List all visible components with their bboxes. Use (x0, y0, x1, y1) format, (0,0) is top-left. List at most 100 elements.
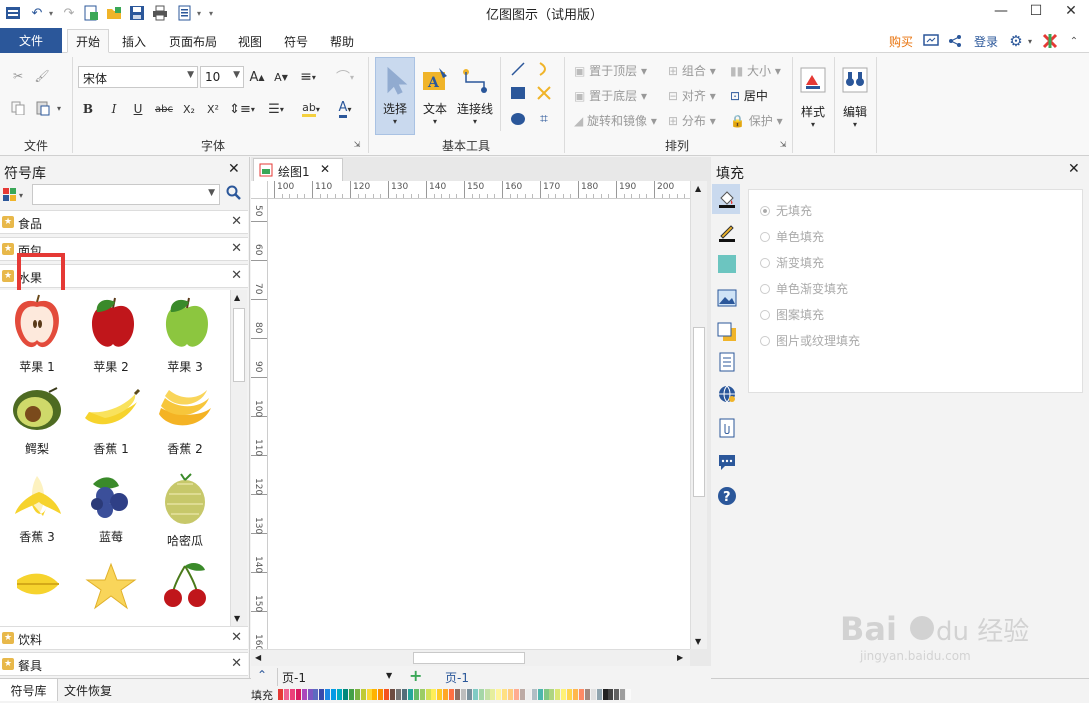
color-swatch[interactable] (519, 689, 525, 700)
fill-option-solid[interactable]: 单色填充 (760, 228, 824, 245)
color-swatch[interactable] (278, 689, 283, 700)
color-swatch[interactable] (378, 689, 384, 700)
collapse-ribbon-icon[interactable]: ⌃ (1064, 29, 1084, 53)
scroll-down-icon[interactable]: ▼ (234, 614, 240, 623)
copy-icon[interactable] (8, 99, 28, 117)
send-to-back-button[interactable]: ▣ 置于底层 ▾ (574, 87, 647, 104)
color-swatch[interactable] (443, 689, 449, 700)
canvas-vscrollbar[interactable]: ▲ ▼ (690, 181, 707, 649)
distribute-button[interactable]: ⊞ 分布 ▾ (668, 112, 716, 129)
color-swatch[interactable] (366, 689, 372, 700)
text-tool-button[interactable]: A 文本 ▾ (418, 57, 452, 135)
cross-tool-icon[interactable] (534, 83, 554, 103)
vertical-ruler[interactable]: 50 60 70 80 90 100 110 120 130 140 150 160 (251, 199, 268, 649)
strikethrough-button[interactable]: abc (152, 100, 176, 118)
color-swatch[interactable] (525, 689, 531, 700)
fill-bucket-icon[interactable] (717, 188, 737, 208)
font-family-select[interactable]: 宋体 ▼ (78, 66, 198, 88)
settings-dropdown-icon[interactable]: ▾ (1025, 29, 1035, 53)
bring-to-front-button[interactable]: ▣ 置于顶层 ▾ (574, 62, 647, 79)
underline-button[interactable]: U (130, 100, 146, 118)
line-tool-icon[interactable] (508, 59, 528, 79)
color-swatch[interactable] (590, 689, 596, 700)
symbol-banana-1[interactable]: 香蕉 1 (76, 384, 146, 457)
page-select[interactable]: 页-1 ▼ (277, 668, 397, 686)
color-swatch[interactable] (396, 689, 401, 700)
fill-option-pattern[interactable]: 图案填充 (760, 306, 824, 323)
color-swatch[interactable] (449, 689, 455, 700)
canvas-hscrollbar[interactable]: ◀ ▶ (251, 649, 690, 666)
color-swatch[interactable] (478, 689, 484, 700)
scroll-down-icon[interactable]: ▼ (695, 637, 701, 646)
scrollbar-thumb[interactable] (233, 308, 245, 382)
minimize-button[interactable]: — (984, 0, 1018, 22)
category-tableware[interactable]: ★ 餐具 ✕ (0, 652, 248, 676)
color-swatch[interactable] (614, 689, 620, 700)
color-swatch[interactable] (502, 689, 508, 700)
font-color-icon[interactable]: A ▾ (332, 100, 358, 118)
bold-button[interactable]: B (80, 100, 96, 118)
add-page-icon[interactable]: + (409, 666, 422, 685)
library-search-input[interactable]: ▼ (32, 184, 220, 205)
color-swatch[interactable] (620, 689, 626, 700)
chevron-up-icon[interactable]: ⌃ (257, 668, 267, 682)
symbol-apple-2[interactable]: 苹果 2 (76, 294, 146, 375)
line-style-icon[interactable] (717, 222, 737, 242)
search-icon[interactable] (226, 185, 244, 203)
login-link[interactable]: 登录 (968, 29, 1004, 53)
page-tab-1[interactable]: 页-1 (445, 669, 469, 686)
ellipse-tool-icon[interactable] (508, 109, 528, 129)
color-swatch[interactable] (337, 689, 342, 700)
tab-view[interactable]: 视图 (230, 29, 270, 53)
tab-page-layout[interactable]: 页面布局 (162, 29, 224, 53)
paste-dropdown-icon[interactable]: ▾ (54, 99, 64, 117)
color-swatch[interactable] (348, 689, 354, 700)
color-swatch[interactable] (307, 689, 313, 700)
scrollbar-thumb[interactable] (413, 652, 525, 664)
symbol-apple-3[interactable]: 苹果 3 (150, 294, 220, 375)
color-swatch[interactable] (437, 689, 443, 700)
theme-icon[interactable] (1040, 29, 1060, 53)
tab-home[interactable]: 开始 (67, 29, 109, 53)
tab-file[interactable]: 文件 (0, 28, 62, 53)
color-swatch[interactable] (496, 689, 502, 700)
scroll-right-icon[interactable]: ▶ (677, 653, 683, 662)
paragraph-align-icon[interactable]: ≡ ▾ (296, 68, 320, 86)
scrollbar-thumb[interactable] (693, 327, 705, 497)
color-swatch[interactable] (354, 689, 360, 700)
connector-tool-button[interactable]: 连接线 ▾ (455, 57, 495, 135)
group-button[interactable]: ⊞ 组合 ▾ (668, 62, 716, 79)
cut-icon[interactable]: ✂ (8, 67, 28, 85)
italic-button[interactable]: I (106, 100, 122, 118)
buy-link[interactable]: 购买 (884, 29, 918, 53)
hyperlink-globe-icon[interactable] (717, 384, 737, 404)
close-category-icon[interactable]: ✕ (231, 268, 242, 283)
comment-icon[interactable] (717, 452, 737, 472)
close-tab-icon[interactable]: ✕ (320, 162, 330, 176)
color-swatch[interactable] (602, 689, 608, 700)
color-swatch[interactable] (490, 689, 496, 700)
attachment-icon[interactable] (717, 418, 737, 438)
paste-icon[interactable] (32, 99, 54, 117)
symbol-melon[interactable]: 哈密瓜 (150, 472, 220, 549)
color-swatch[interactable] (401, 689, 407, 700)
settings-gear-icon[interactable]: ⚙ (1006, 29, 1026, 53)
center-button[interactable]: ⊡ 居中 (730, 87, 768, 104)
color-swatch[interactable] (514, 689, 519, 700)
maximize-button[interactable]: ☐ (1019, 0, 1053, 22)
color-swatch[interactable] (537, 689, 543, 700)
fill-option-gradient[interactable]: 渐变填充 (760, 254, 824, 271)
color-swatch[interactable] (331, 689, 337, 700)
help-icon[interactable]: ? (717, 486, 737, 506)
color-swatch[interactable] (555, 689, 561, 700)
font-size-select[interactable]: 10 ▼ (200, 66, 244, 88)
rectangle-tool-icon[interactable] (508, 83, 528, 103)
color-swatch[interactable] (578, 689, 584, 700)
screen-icon[interactable] (920, 29, 942, 53)
tab-insert[interactable]: 插入 (114, 29, 154, 53)
protect-button[interactable]: 🔒 保护 ▾ (730, 112, 783, 129)
color-swatch[interactable] (325, 689, 331, 700)
color-swatch[interactable] (289, 689, 295, 700)
bottom-tab-file-recovery[interactable]: 文件恢复 (64, 682, 112, 699)
color-swatch[interactable] (584, 689, 590, 700)
